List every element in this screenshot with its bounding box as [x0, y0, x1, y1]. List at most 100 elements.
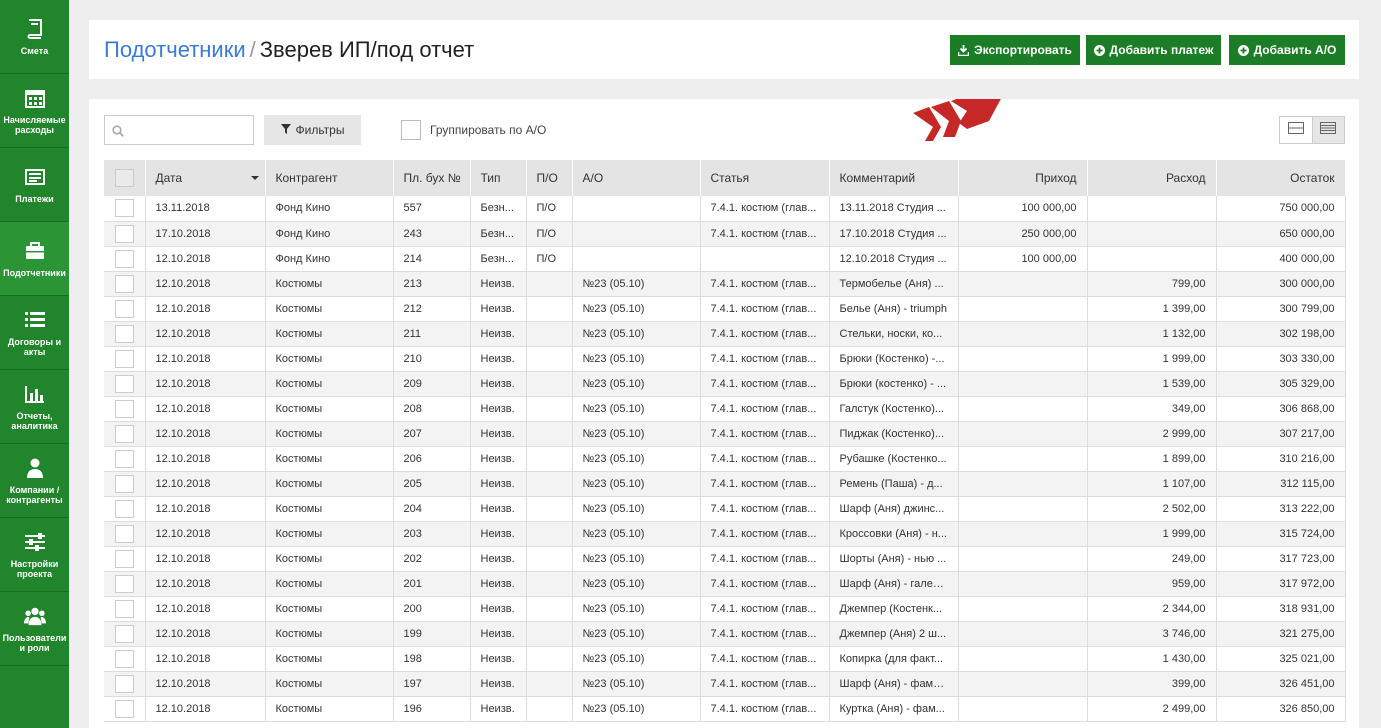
cell-date: 12.10.2018 [145, 546, 266, 572]
column-header-doc-number[interactable]: Пл. бух № [393, 160, 471, 196]
row-checkbox[interactable] [114, 549, 134, 568]
cell-type: Неизв. [470, 546, 527, 572]
table-row[interactable]: 13.11.2018 Фонд Кино 557 Безн... П/О 7.4.1. к… [104, 196, 1346, 222]
group-by-ao-checkbox[interactable] [401, 120, 421, 140]
cell-po [526, 371, 573, 397]
cell-article: 7.4.1. костюм (глав... [700, 346, 830, 372]
column-header-income[interactable]: Приход [958, 160, 1088, 196]
sidebar-item-accrued-expenses[interactable]: Начисляемые расходы [0, 74, 69, 148]
table-row[interactable]: 12.10.2018 Костюмы 213 Неизв. №23 (05.10) 7.4… [104, 271, 1346, 297]
sidebar-item-reports[interactable]: Отчеты, аналитика [0, 370, 69, 444]
table-row[interactable]: 12.10.2018 Костюмы 207 Неизв. №23 (05.10) 7.4… [104, 421, 1346, 447]
row-checkbox[interactable] [114, 624, 134, 643]
cell-article: 7.4.1. костюм (глав... [700, 446, 830, 472]
add-ao-button[interactable]: Добавить А/О [1229, 35, 1345, 65]
cell-comment: Стельки, носки, ко... [829, 321, 959, 347]
table-row[interactable]: 12.10.2018 Костюмы 210 Неизв. №23 (05.10) 7.4… [104, 346, 1346, 372]
sidebar-item-contracts[interactable]: Договоры и акты [0, 296, 69, 370]
cell-ao: №23 (05.10) [572, 496, 701, 522]
table-icon [1320, 121, 1337, 139]
breadcrumb-link-accountables[interactable]: Подотчетники [104, 37, 246, 62]
row-checkbox[interactable] [114, 474, 134, 493]
column-header-po[interactable]: П/О [526, 160, 573, 196]
row-checkbox[interactable] [114, 599, 134, 618]
table-row[interactable]: 12.10.2018 Костюмы 196 Неизв. №23 (05.10) 7.4… [104, 696, 1346, 722]
row-checkbox[interactable] [114, 699, 134, 718]
filters-button[interactable]: Фильтры [264, 115, 361, 145]
row-checkbox[interactable] [114, 524, 134, 543]
view-list-button[interactable] [1311, 117, 1344, 143]
row-checkbox[interactable] [114, 674, 134, 693]
row-checkbox[interactable] [114, 199, 134, 218]
table-row[interactable]: 12.10.2018 Фонд Кино 214 Безн... П/О 12.10.20… [104, 246, 1346, 272]
table-row[interactable]: 12.10.2018 Костюмы 199 Неизв. №23 (05.10) 7.4… [104, 621, 1346, 647]
column-header-type[interactable]: Тип [470, 160, 527, 196]
sidebar-item-project-settings[interactable]: Настройки проекта [0, 518, 69, 592]
export-button[interactable]: Экспортировать [950, 35, 1080, 65]
cell-income [958, 471, 1088, 497]
table-row[interactable]: 12.10.2018 Костюмы 206 Неизв. №23 (05.10) 7.4… [104, 446, 1346, 472]
select-all-cell [104, 160, 146, 196]
cell-article: 7.4.1. костюм (глав... [700, 471, 830, 497]
row-checkbox[interactable] [114, 399, 134, 418]
table-row[interactable]: 12.10.2018 Костюмы 204 Неизв. №23 (05.10) 7.4… [104, 496, 1346, 522]
row-select-cell [104, 671, 146, 697]
cell-comment: Копирка (для факт... [829, 646, 959, 672]
row-checkbox[interactable] [114, 374, 134, 393]
cell-po [526, 646, 573, 672]
cell-expense: 959,00 [1087, 571, 1217, 597]
view-compact-button[interactable] [1280, 117, 1312, 143]
row-checkbox[interactable] [114, 249, 134, 268]
cell-balance: 303 330,00 [1216, 346, 1346, 372]
column-header-article[interactable]: Статья [700, 160, 830, 196]
table-row[interactable]: 12.10.2018 Костюмы 211 Неизв. №23 (05.10) 7.4… [104, 321, 1346, 347]
sidebar-item-accountables[interactable]: Подотчетники [0, 222, 69, 296]
cell-balance: 307 217,00 [1216, 421, 1346, 447]
cell-income: 100 000,00 [958, 246, 1088, 272]
row-checkbox[interactable] [114, 274, 134, 293]
row-checkbox[interactable] [114, 499, 134, 518]
table-row[interactable]: 17.10.2018 Фонд Кино 243 Безн... П/О 7.4.1. к… [104, 221, 1346, 247]
cell-date: 12.10.2018 [145, 646, 266, 672]
row-checkbox[interactable] [114, 574, 134, 593]
cell-doc-number: 201 [393, 571, 471, 597]
sidebar-item-payments[interactable]: Платежи [0, 148, 69, 222]
select-all-checkbox[interactable] [114, 169, 134, 187]
add-payment-button[interactable]: Добавить платеж [1086, 35, 1221, 65]
table-row[interactable]: 12.10.2018 Костюмы 209 Неизв. №23 (05.10) 7.4… [104, 371, 1346, 397]
table-row[interactable]: 12.10.2018 Костюмы 202 Неизв. №23 (05.10) 7.4… [104, 546, 1346, 572]
row-select-cell [104, 396, 146, 422]
row-checkbox[interactable] [114, 299, 134, 318]
table-row[interactable]: 12.10.2018 Костюмы 198 Неизв. №23 (05.10) 7.4… [104, 646, 1346, 672]
search-input[interactable] [104, 115, 254, 145]
row-checkbox[interactable] [114, 224, 134, 243]
cell-balance: 321 275,00 [1216, 621, 1346, 647]
cell-ao: №23 (05.10) [572, 321, 701, 347]
sidebar-item-smeta[interactable]: Смета [0, 0, 69, 74]
row-checkbox[interactable] [114, 449, 134, 468]
table-row[interactable]: 12.10.2018 Костюмы 201 Неизв. №23 (05.10) 7.4… [104, 571, 1346, 597]
row-checkbox[interactable] [114, 649, 134, 668]
row-checkbox[interactable] [114, 349, 134, 368]
table-row[interactable]: 12.10.2018 Костюмы 208 Неизв. №23 (05.10) 7.4… [104, 396, 1346, 422]
cell-article: 7.4.1. костюм (глав... [700, 646, 830, 672]
column-header-ao[interactable]: А/О [572, 160, 701, 196]
column-header-comment[interactable]: Комментарий [829, 160, 959, 196]
sidebar-item-companies[interactable]: Компании / контрагенты [0, 444, 69, 518]
table-row[interactable]: 12.10.2018 Костюмы 203 Неизв. №23 (05.10) 7.4… [104, 521, 1346, 547]
row-checkbox[interactable] [114, 424, 134, 443]
table-row[interactable]: 12.10.2018 Костюмы 197 Неизв. №23 (05.10) 7.4… [104, 671, 1346, 697]
column-header-balance[interactable]: Остаток [1216, 160, 1346, 196]
cell-doc-number: 212 [393, 296, 471, 322]
cell-expense: 1 999,00 [1087, 521, 1217, 547]
table-row[interactable]: 12.10.2018 Костюмы 205 Неизв. №23 (05.10) 7.4… [104, 471, 1346, 497]
row-checkbox[interactable] [114, 324, 134, 343]
column-header-counterparty[interactable]: Контрагент [265, 160, 394, 196]
cell-ao: №23 (05.10) [572, 371, 701, 397]
cell-date: 12.10.2018 [145, 271, 266, 297]
table-row[interactable]: 12.10.2018 Костюмы 200 Неизв. №23 (05.10) 7.4… [104, 596, 1346, 622]
sidebar-item-users[interactable]: Пользователи и роли [0, 592, 69, 666]
column-header-date[interactable]: Дата [145, 160, 266, 196]
column-header-expense[interactable]: Расход [1087, 160, 1217, 196]
table-row[interactable]: 12.10.2018 Костюмы 212 Неизв. №23 (05.10) 7.4… [104, 296, 1346, 322]
